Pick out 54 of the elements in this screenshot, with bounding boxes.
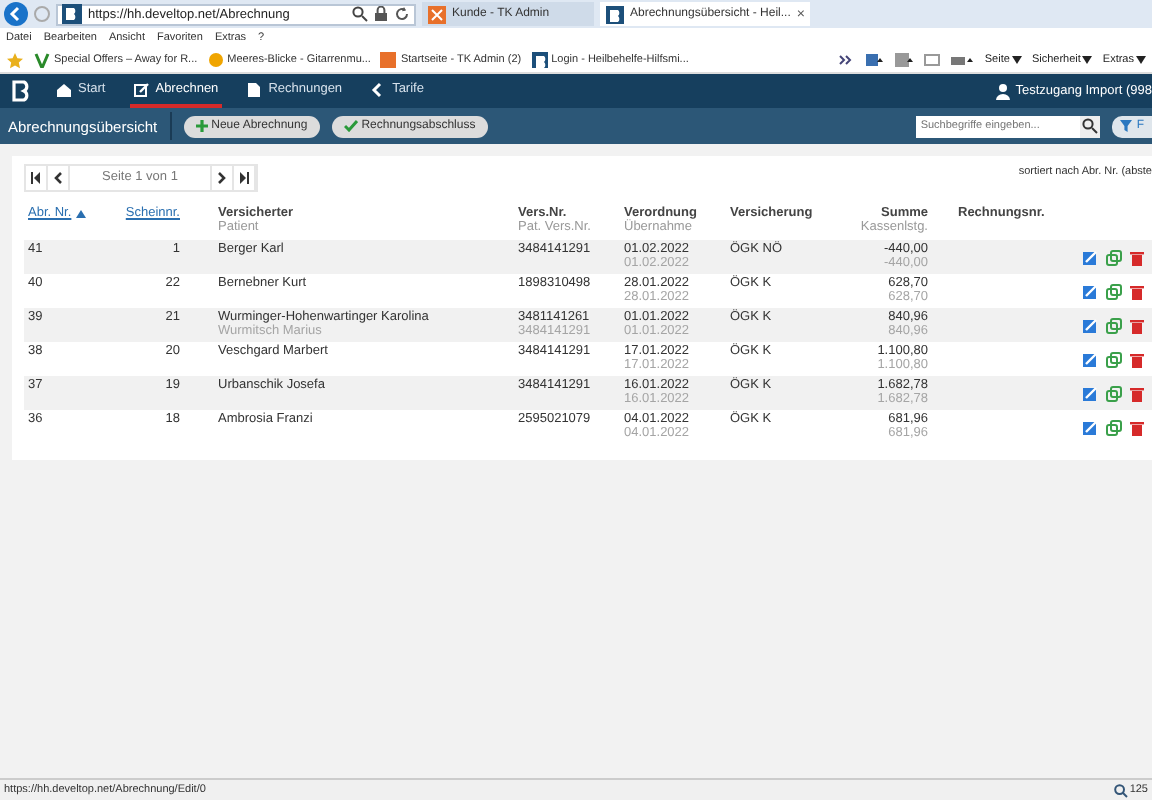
copy-icon[interactable] — [1106, 352, 1122, 368]
copy-icon[interactable] — [1106, 420, 1122, 436]
magnifier-icon — [1113, 783, 1128, 797]
home-icon — [56, 81, 72, 97]
trash-icon[interactable] — [1130, 318, 1144, 334]
edit-icon[interactable] — [1082, 284, 1098, 300]
check-icon — [343, 120, 358, 132]
last-page-icon — [238, 172, 250, 184]
refresh-icon[interactable] — [394, 6, 410, 22]
app-logo-icon — [12, 80, 32, 102]
previous-page-button[interactable] — [48, 166, 70, 190]
last-page-button[interactable] — [234, 166, 256, 190]
search-icon — [1082, 118, 1099, 134]
copy-icon[interactable] — [1106, 318, 1122, 334]
user-icon — [995, 83, 1010, 99]
edit-icon[interactable] — [1082, 250, 1098, 266]
search-icon[interactable] — [352, 6, 368, 22]
site-logo-icon — [606, 5, 624, 23]
first-page-icon — [30, 172, 42, 184]
next-page-button[interactable] — [212, 166, 234, 190]
back-icon[interactable] — [4, 2, 28, 26]
search-button[interactable] — [1080, 115, 1101, 137]
trash-icon[interactable] — [1130, 250, 1144, 266]
document-icon — [246, 81, 263, 97]
admin-logo-icon — [380, 52, 397, 68]
trash-icon[interactable] — [1130, 420, 1144, 436]
plus-icon — [195, 120, 208, 132]
star-icon[interactable] — [6, 51, 24, 69]
chevrons-icon[interactable] — [838, 52, 855, 68]
next-page-icon — [216, 172, 228, 184]
previous-page-icon — [52, 172, 64, 184]
trash-icon[interactable] — [1130, 284, 1144, 300]
lock-icon — [374, 6, 388, 22]
edit-icon — [133, 81, 150, 97]
caret-icon — [1136, 56, 1146, 64]
caret-icon — [1011, 56, 1022, 64]
chevron-left-icon — [370, 81, 387, 97]
first-page-button[interactable] — [26, 166, 48, 190]
site-logo-icon — [62, 4, 82, 24]
copy-icon[interactable] — [1106, 284, 1122, 300]
trash-icon[interactable] — [1130, 386, 1144, 402]
edit-icon[interactable] — [1082, 420, 1098, 436]
edit-icon[interactable] — [1082, 386, 1098, 402]
sort-up-icon — [75, 209, 86, 217]
caret-icon — [1082, 56, 1093, 64]
copy-icon[interactable] — [1106, 386, 1122, 402]
copy-icon[interactable] — [1106, 250, 1122, 266]
circle-logo-icon — [207, 52, 224, 68]
funnel-icon — [1120, 120, 1133, 132]
edit-icon[interactable] — [1082, 352, 1098, 368]
check-logo-icon — [34, 52, 50, 68]
trash-icon[interactable] — [1130, 352, 1144, 368]
edit-icon[interactable] — [1082, 318, 1098, 334]
admin-logo-icon — [428, 5, 446, 23]
